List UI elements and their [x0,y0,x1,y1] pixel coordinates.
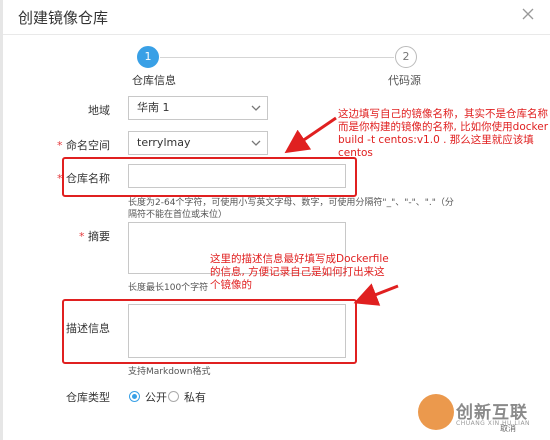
arrow-to-repo-name [284,116,337,154]
watermark-subtitle: CHUANG XIN HU LIAN [456,420,531,427]
watermark-logo-icon [418,394,454,430]
annotation-arrows [284,116,399,306]
cancel-button-partial[interactable]: 取消 [500,423,516,434]
arrow-to-description [353,283,399,306]
